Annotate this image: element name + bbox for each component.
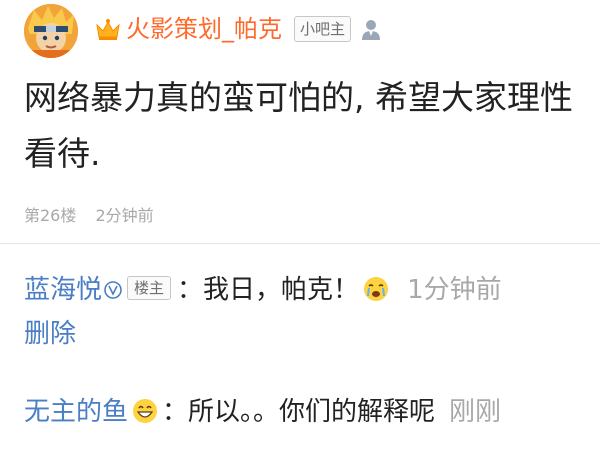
author-avatar[interactable]: [24, 4, 78, 58]
post-meta: 第26楼 2分钟前: [24, 202, 154, 226]
author-row: 火影策划_帕克 小吧主: [94, 14, 383, 44]
avatar-image: [24, 4, 78, 58]
crown-icon: [96, 19, 120, 40]
reply-colon: ：: [177, 275, 204, 305]
crying-emoji-icon: [364, 277, 389, 301]
reply-text: 我日，帕克！: [203, 275, 360, 305]
reply-colon: ：: [162, 397, 189, 427]
post-content: 网络暴力真的蛮可怕的, 希望大家理性看待.: [24, 78, 573, 173]
delete-button[interactable]: 删除: [24, 319, 76, 349]
verified-icon: [104, 281, 122, 299]
user-icon: [362, 20, 381, 40]
reply-time: 1分钟前: [407, 275, 502, 305]
reply-item[interactable]: 蓝海悦 楼主 ：我日，帕克！ 1分钟前删除: [24, 268, 580, 356]
reply-text: 所以。。你们的解释呢: [188, 397, 436, 427]
grin-emoji-icon: [133, 399, 158, 423]
floor-post: 火影策划_帕克 小吧主 网络暴力真的蛮可怕的, 希望大家理性看待. 第26楼 2…: [0, 0, 600, 242]
reply-item[interactable]: 无主的鱼 ：所以。。你们的解释呢 刚刚: [24, 390, 580, 434]
divider: [0, 243, 600, 244]
post-time: 2分钟前: [95, 206, 154, 225]
reply-author[interactable]: 无主的鱼: [24, 397, 128, 427]
role-badge: 小吧主: [294, 16, 352, 42]
op-badge: 楼主: [127, 276, 172, 300]
reply-author[interactable]: 蓝海悦: [24, 275, 102, 305]
author-name[interactable]: 火影策划_帕克: [126, 14, 282, 44]
floor-number: 第26楼: [24, 206, 77, 225]
reply-time: 刚刚: [449, 397, 502, 427]
